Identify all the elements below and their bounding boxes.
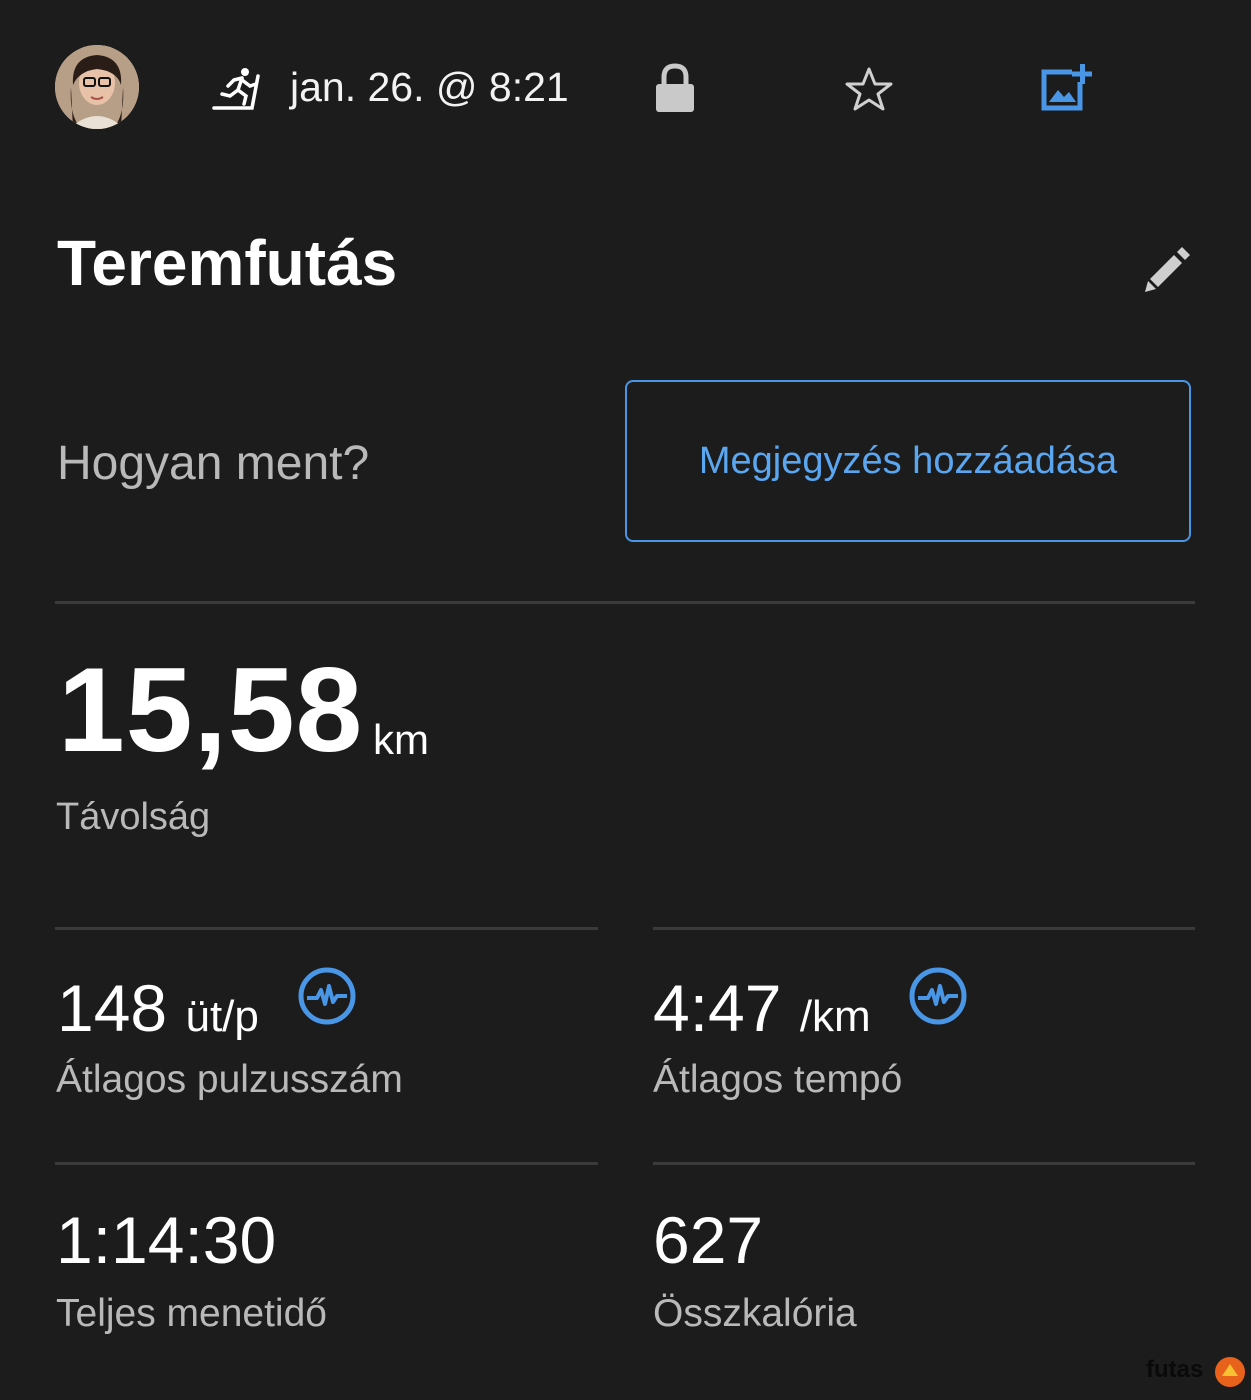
divider: [55, 927, 598, 930]
stat-unit: üt/p: [185, 992, 259, 1041]
heart-rate-icon[interactable]: [908, 966, 968, 1026]
avg-pace-value: 4:47 /km: [653, 975, 871, 1041]
total-time-value: 1:14:30: [56, 1203, 277, 1277]
stat-value: 148: [57, 971, 168, 1045]
distance-label: Távolság: [56, 796, 211, 838]
heart-rate-icon[interactable]: [297, 966, 357, 1026]
add-note-button[interactable]: Megjegyzés hozzáadása: [625, 380, 1191, 542]
avg-pace-label: Átlagos tempó: [653, 1058, 903, 1101]
feeling-prompt: Hogyan ment?: [57, 437, 370, 490]
add-photo-icon[interactable]: [1040, 62, 1092, 112]
lock-icon[interactable]: [653, 63, 697, 113]
stat-value: 4:47: [653, 971, 782, 1045]
user-avatar[interactable]: [55, 45, 139, 129]
divider: [55, 601, 1195, 604]
distance-value: 15,58: [58, 643, 364, 777]
avg-heart-rate-value: 148 üt/p: [57, 975, 259, 1041]
pencil-icon[interactable]: [1142, 243, 1192, 293]
divider: [653, 927, 1195, 930]
activity-title: Teremfutás: [57, 227, 398, 299]
divider: [55, 1162, 598, 1165]
avg-heart-rate-label: Átlagos pulzusszám: [56, 1058, 403, 1101]
watermark-logo-icon: [1215, 1357, 1245, 1387]
star-outline-icon[interactable]: [845, 66, 893, 112]
activity-detail-screen: jan. 26. @ 8:21 Teremfutás Hogyan ment? …: [0, 0, 1251, 1400]
treadmill-run-icon: [212, 68, 260, 110]
distance-unit: km: [373, 716, 429, 763]
calories-value: 627: [653, 1203, 764, 1277]
calories-label: Összkalória: [653, 1292, 857, 1335]
total-time-label: Teljes menetidő: [56, 1292, 327, 1335]
divider: [653, 1162, 1195, 1165]
stat-unit: /km: [799, 992, 871, 1041]
activity-date-time: jan. 26. @ 8:21: [290, 64, 569, 110]
watermark-text: futas: [1146, 1356, 1204, 1383]
